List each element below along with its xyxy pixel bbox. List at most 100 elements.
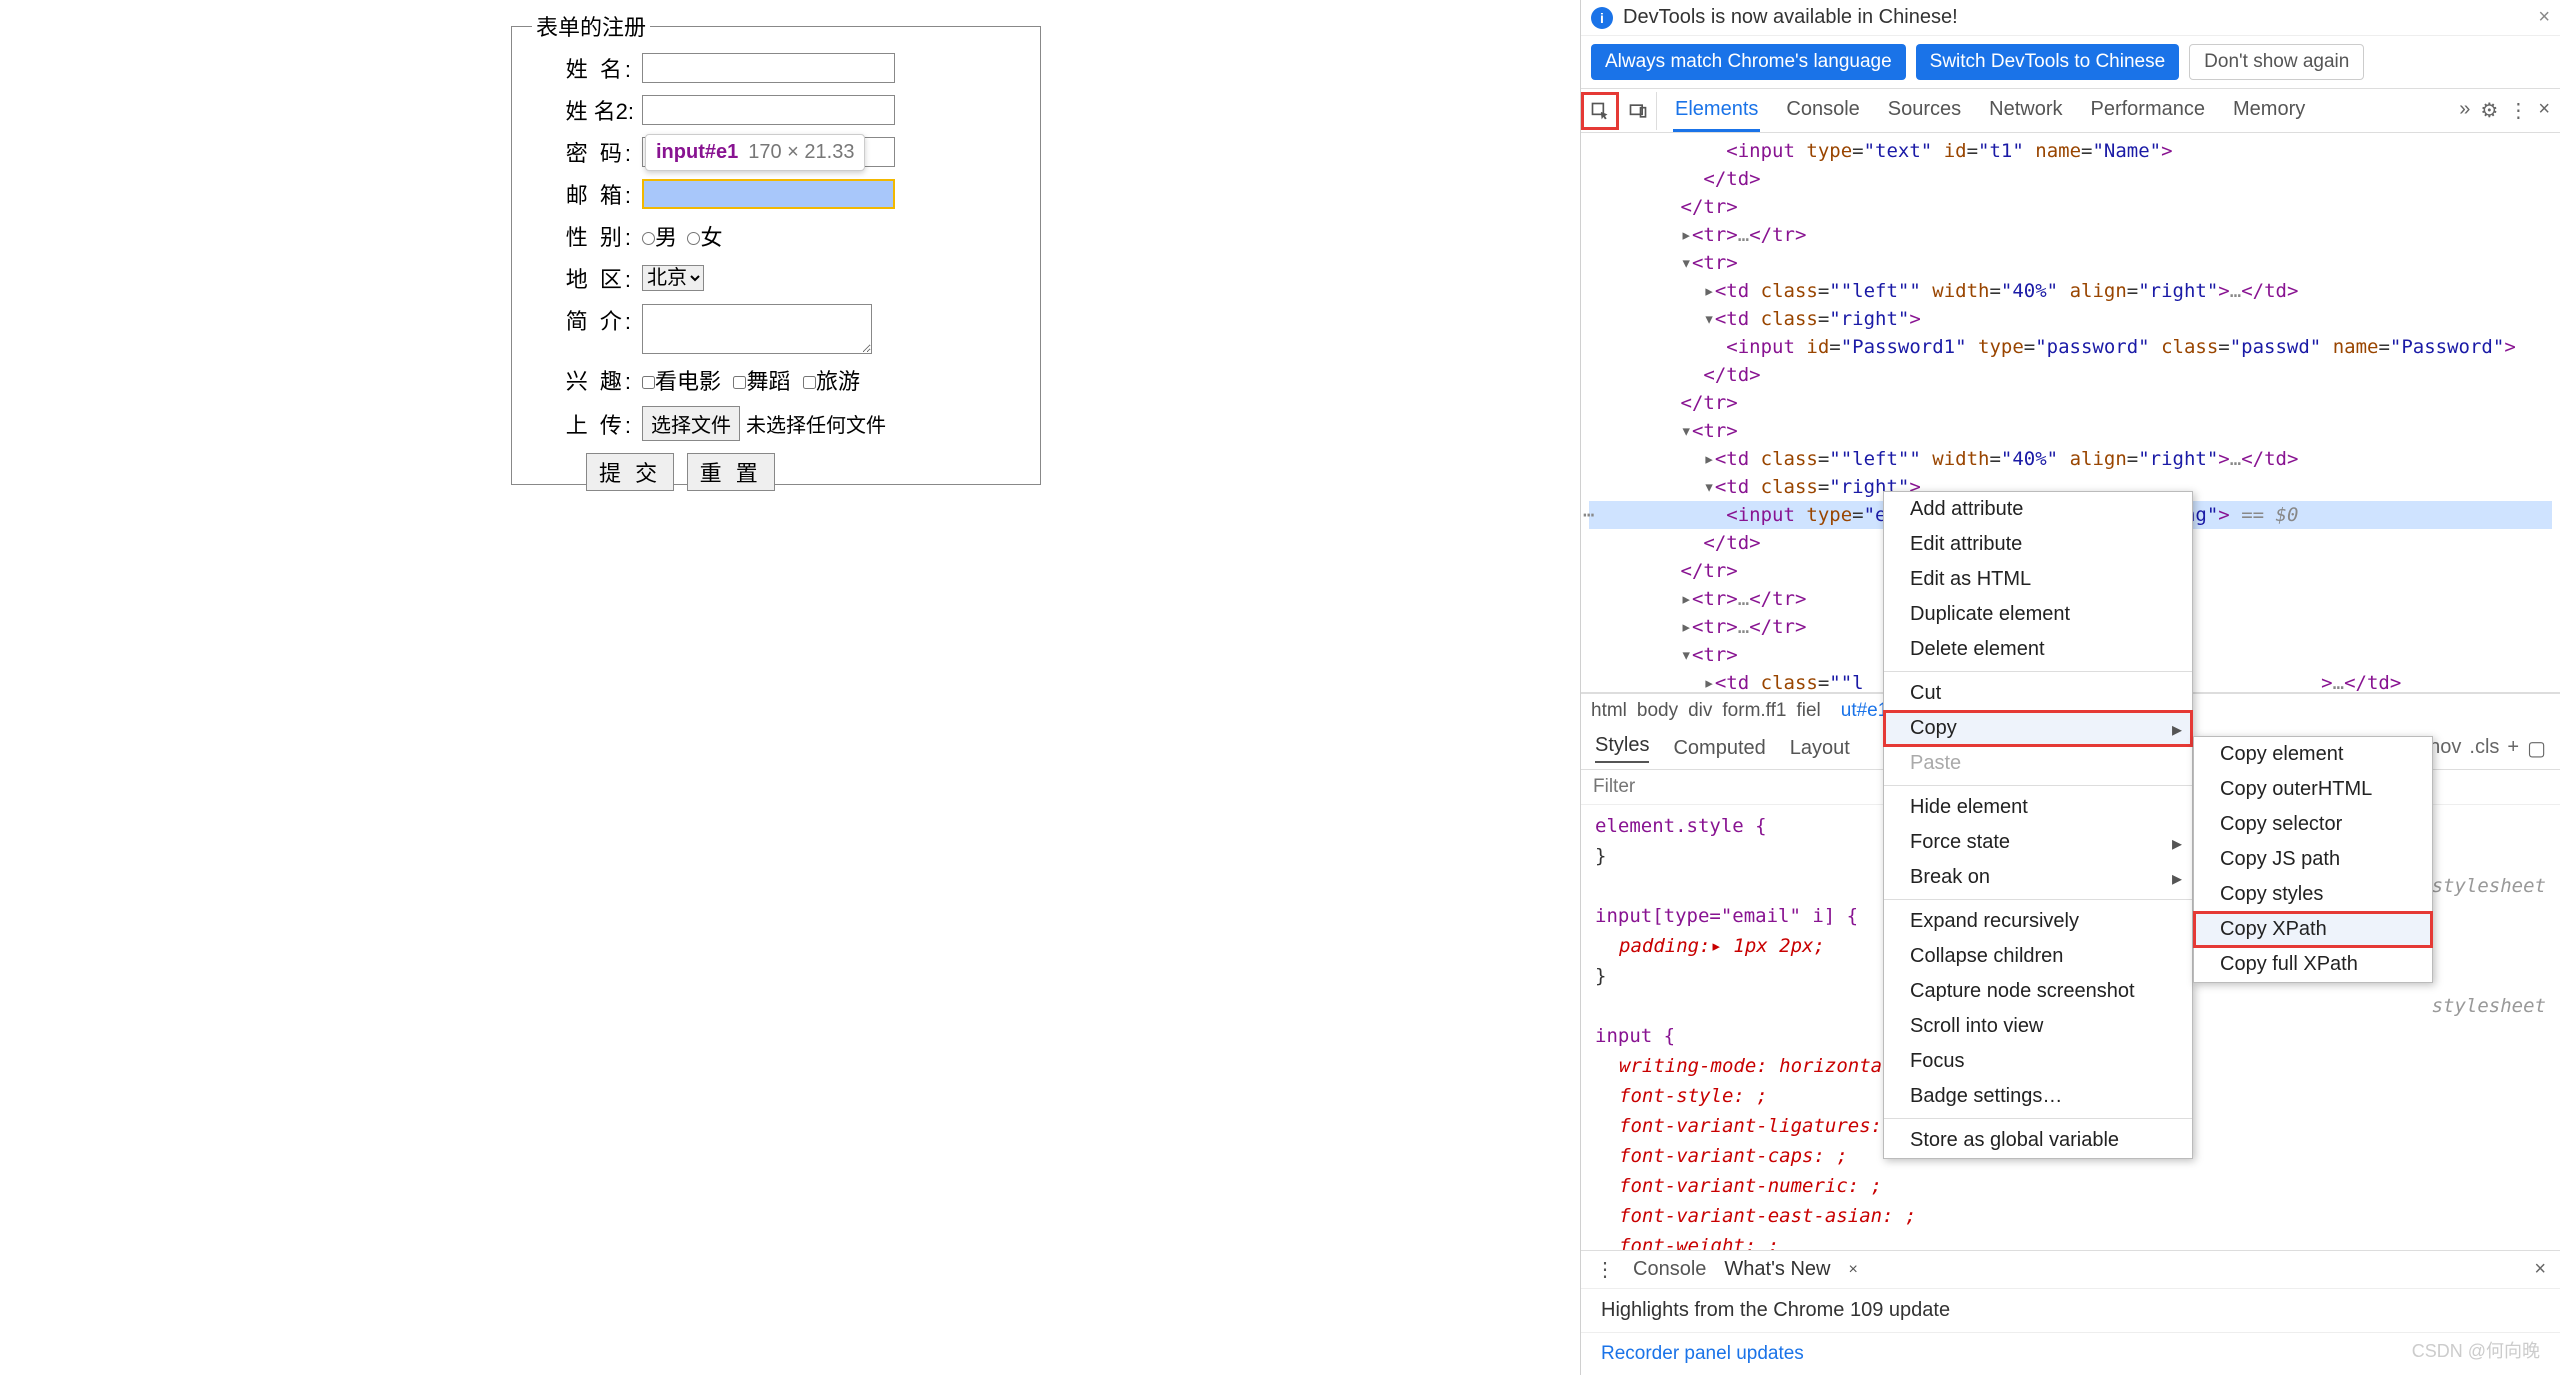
label-name: 姓 名:	[532, 52, 642, 84]
ctx-item-expand-recursively[interactable]: Expand recursively	[1884, 904, 2192, 939]
close-devtools-icon[interactable]: ×	[2538, 98, 2550, 123]
dom-line[interactable]: ▸<td class=""left"" width="40%" align="r…	[1589, 277, 2552, 305]
ctx-item-add-attribute[interactable]: Add attribute	[1884, 492, 2192, 527]
label-password: 密 码:	[532, 136, 642, 168]
crumb[interactable]: html	[1591, 700, 1627, 722]
ctx-item-edit-as-html[interactable]: Edit as HTML	[1884, 562, 2192, 597]
crumb[interactable]: ut#e1	[1841, 700, 1889, 722]
drawer-menu-icon[interactable]: ⋮	[1595, 1257, 1615, 1282]
dom-line[interactable]: </tr>	[1589, 193, 2552, 221]
ctx-item-copy-full-xpath[interactable]: Copy full XPath	[2194, 947, 2432, 982]
dom-line[interactable]: ▾<tr>	[1589, 417, 2552, 445]
ctx-item-copy-xpath[interactable]: Copy XPath	[2194, 912, 2432, 947]
dom-line[interactable]: </td>	[1589, 165, 2552, 193]
whatsnew-headline: Highlights from the Chrome 109 update	[1581, 1288, 2560, 1332]
tab-console[interactable]: Console	[1784, 90, 1861, 132]
registration-form: 表单的注册 姓 名: 姓 名2: 密 码: 邮 箱: 性 别: 男 女 地 区:…	[511, 10, 1041, 485]
cls-icon[interactable]: .cls	[2469, 736, 2499, 761]
devtools-info-bar: i DevTools is now available in Chinese! …	[1581, 0, 2560, 36]
match-language-button[interactable]: Always match Chrome's language	[1591, 44, 1906, 80]
name2-input[interactable]	[642, 95, 895, 125]
inspect-element-icon[interactable]	[1581, 92, 1619, 130]
ctx-item-copy-outerhtml[interactable]: Copy outerHTML	[2194, 772, 2432, 807]
more-tabs-icon[interactable]: »	[2459, 98, 2470, 123]
dom-line[interactable]: ▾<td class="right">	[1589, 305, 2552, 333]
dom-line[interactable]: <input id="Password1" type="password" cl…	[1589, 333, 2552, 361]
info-text: DevTools is now available in Chinese!	[1623, 6, 1958, 29]
ctx-item-capture-node-screenshot[interactable]: Capture node screenshot	[1884, 974, 2192, 1009]
tooltip-dim: 170 × 21.33	[748, 141, 854, 164]
ctx-item-focus[interactable]: Focus	[1884, 1044, 2192, 1079]
check-dance[interactable]	[733, 376, 746, 389]
device-toggle-icon[interactable]	[1619, 92, 1657, 130]
watermark: CSDN @何向晚	[2412, 1337, 2540, 1363]
ctx-item-edit-attribute[interactable]: Edit attribute	[1884, 527, 2192, 562]
dom-line[interactable]: </td>	[1589, 361, 2552, 389]
plus-icon[interactable]: +	[2507, 736, 2519, 761]
check-travel[interactable]	[803, 376, 816, 389]
ctx-item-duplicate-element[interactable]: Duplicate element	[1884, 597, 2192, 632]
ctx-item-collapse-children[interactable]: Collapse children	[1884, 939, 2192, 974]
ctx-item-copy[interactable]: Copy	[1884, 711, 2192, 746]
ctx-item-paste[interactable]: Paste	[1884, 746, 2192, 781]
ctx-item-store-as-global-variable[interactable]: Store as global variable	[1884, 1123, 2192, 1158]
tooltip-selector: input#e1	[656, 141, 738, 164]
tab-performance[interactable]: Performance	[2089, 90, 2208, 132]
submit-button[interactable]: 提 交	[586, 453, 674, 491]
tab-elements[interactable]: Elements	[1673, 90, 1760, 132]
ctx-item-break-on[interactable]: Break on	[1884, 860, 2192, 895]
ctx-item-cut[interactable]: Cut	[1884, 676, 2192, 711]
form-legend: 表单的注册	[532, 10, 650, 42]
dom-line[interactable]: ▸<td class=""left"" width="40%" align="r…	[1589, 445, 2552, 473]
context-menu-copy[interactable]: Copy elementCopy outerHTMLCopy selectorC…	[2193, 736, 2433, 983]
tab-memory[interactable]: Memory	[2231, 90, 2307, 132]
settings-icon[interactable]: ⚙	[2480, 98, 2498, 123]
ctx-item-badge-settings-[interactable]: Badge settings…	[1884, 1079, 2192, 1114]
computed-toggle-icon[interactable]: ▢	[2527, 736, 2546, 761]
drawer-tab-console[interactable]: Console	[1633, 1258, 1706, 1281]
context-menu-main[interactable]: Add attributeEdit attributeEdit as HTMLD…	[1883, 491, 2193, 1159]
ctx-item-copy-styles[interactable]: Copy styles	[2194, 877, 2432, 912]
ctx-item-hide-element[interactable]: Hide element	[1884, 790, 2192, 825]
tab-styles[interactable]: Styles	[1595, 734, 1649, 763]
tab-layout[interactable]: Layout	[1790, 737, 1850, 760]
dom-line[interactable]: ▾<tr>	[1589, 249, 2552, 277]
dismiss-banner-button[interactable]: Don't show again	[2189, 44, 2364, 80]
label-email: 邮 箱:	[532, 178, 642, 210]
check-movie[interactable]	[642, 376, 655, 389]
crumb[interactable]: body	[1637, 700, 1678, 722]
dom-line[interactable]: </tr>	[1589, 389, 2552, 417]
info-icon: i	[1591, 7, 1613, 29]
ctx-item-scroll-into-view[interactable]: Scroll into view	[1884, 1009, 2192, 1044]
radio-male[interactable]	[642, 232, 655, 245]
ctx-item-copy-selector[interactable]: Copy selector	[2194, 807, 2432, 842]
dom-line[interactable]: ▸<tr>…</tr>	[1589, 221, 2552, 249]
tab-sources[interactable]: Sources	[1886, 90, 1963, 132]
ctx-item-copy-js-path[interactable]: Copy JS path	[2194, 842, 2432, 877]
intro-textarea[interactable]	[642, 304, 872, 354]
label-region: 地 区:	[532, 262, 642, 294]
radio-female[interactable]	[687, 232, 700, 245]
switch-language-button[interactable]: Switch DevTools to Chinese	[1916, 44, 2180, 80]
crumb[interactable]: div	[1688, 700, 1712, 722]
choose-file-button[interactable]: 选择文件	[642, 406, 740, 441]
drawer-tab-whatsnew[interactable]: What's New	[1724, 1258, 1830, 1281]
tab-computed[interactable]: Computed	[1673, 737, 1765, 760]
ctx-item-copy-element[interactable]: Copy element	[2194, 737, 2432, 772]
language-banner: Always match Chrome's language Switch De…	[1581, 36, 2560, 89]
ctx-item-force-state[interactable]: Force state	[1884, 825, 2192, 860]
region-select[interactable]: 北京	[642, 265, 704, 291]
name-input[interactable]	[642, 53, 895, 83]
crumb[interactable]: form.ff1	[1722, 700, 1786, 722]
reset-button[interactable]: 重 置	[687, 453, 775, 491]
ctx-item-delete-element[interactable]: Delete element	[1884, 632, 2192, 667]
kebab-menu-icon[interactable]: ⋮	[2508, 98, 2528, 123]
close-info-icon[interactable]: ×	[2538, 6, 2550, 29]
page-content: 表单的注册 姓 名: 姓 名2: 密 码: 邮 箱: 性 别: 男 女 地 区:…	[0, 0, 1580, 1375]
dom-line[interactable]: <input type="text" id="t1" name="Name">	[1589, 137, 2552, 165]
close-tab-icon[interactable]: ×	[1848, 1261, 1857, 1279]
tab-network[interactable]: Network	[1987, 90, 2064, 132]
email-input[interactable]	[642, 179, 895, 209]
close-drawer-icon[interactable]: ×	[2534, 1258, 2546, 1281]
crumb[interactable]: fiel	[1796, 700, 1820, 722]
